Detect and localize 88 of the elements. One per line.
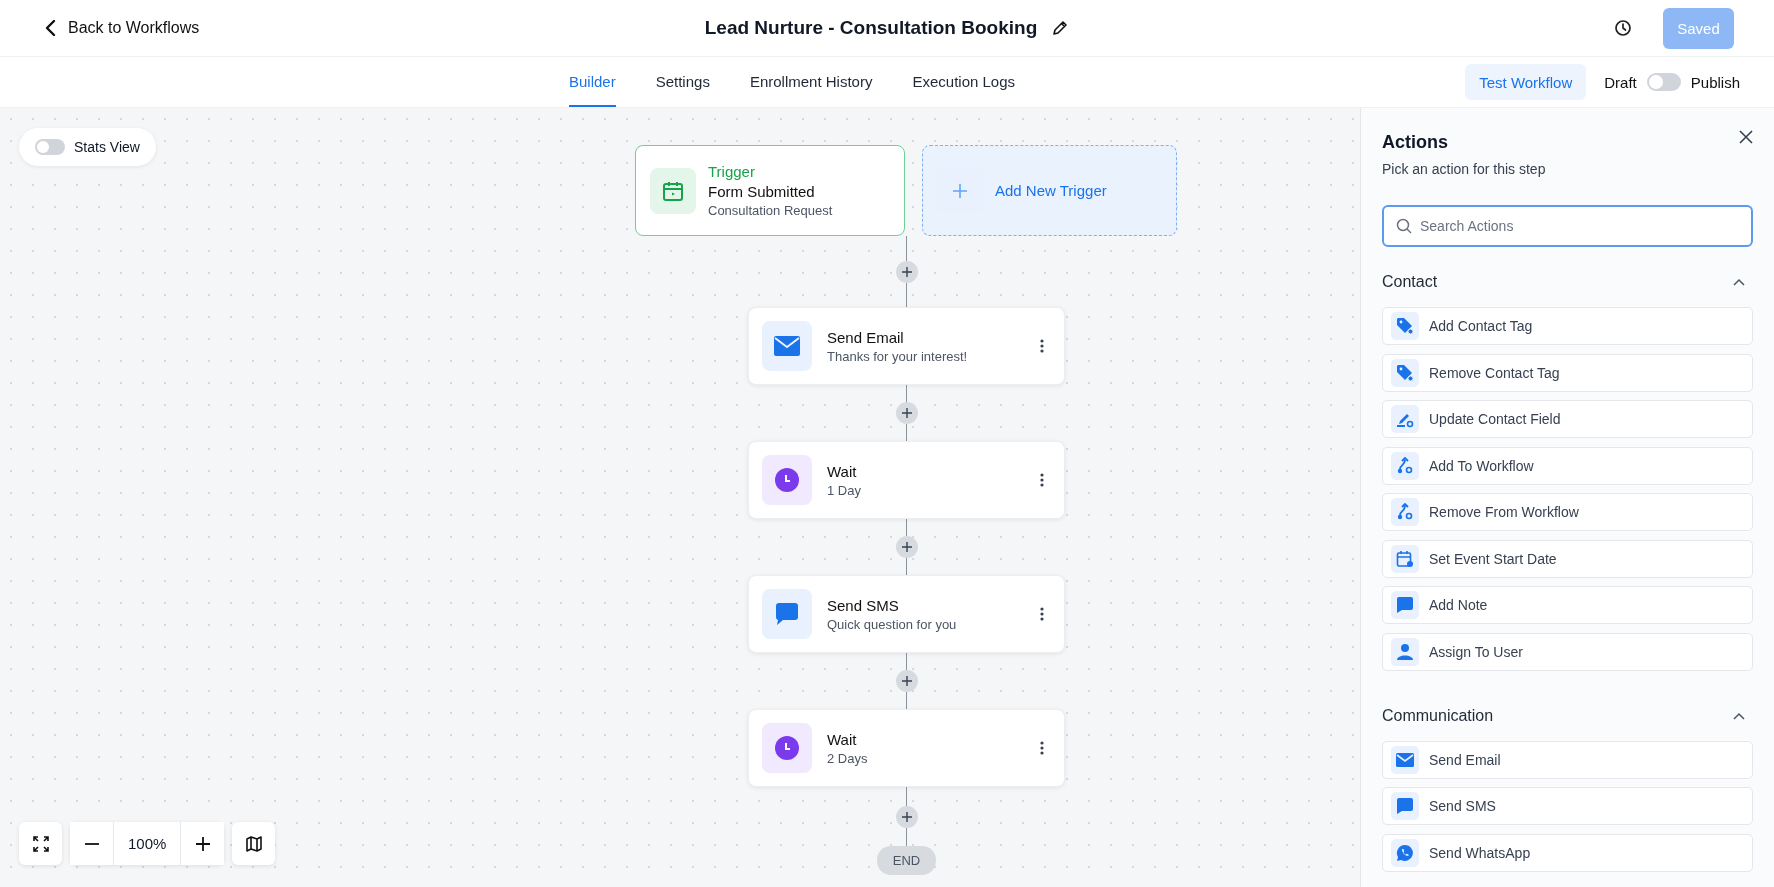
step-title: Send Email [827, 328, 905, 346]
chat-bubble-icon [775, 602, 799, 626]
tab[interactable]: Enrollment History [749, 57, 873, 107]
chat-bubble-icon [1396, 797, 1414, 815]
stats-view-toggle[interactable]: Stats View [19, 128, 156, 166]
calendar-icon [1396, 549, 1414, 568]
step-subtitle: 2 Days [827, 750, 869, 766]
trigger-card[interactable]: Trigger Form Submitted Consultation Request [635, 145, 905, 236]
plus-icon [194, 835, 211, 852]
test-workflow-button[interactable]: Test Workflow [1465, 64, 1587, 100]
zoom-in-button[interactable] [181, 822, 225, 865]
section-heading: Communication [1382, 706, 1494, 725]
tag-icon [1396, 363, 1414, 382]
action-item[interactable]: Send Email [1382, 740, 1753, 779]
clock-icon [775, 736, 799, 760]
step-card[interactable]: Send SMS Quick question for you [748, 575, 1065, 653]
plus-icon [901, 266, 912, 277]
action-item[interactable]: Send WhatsApp [1382, 833, 1753, 872]
trigger-subtitle: Consultation Request [708, 203, 833, 218]
chevron-icon[interactable] [1733, 278, 1745, 286]
step-card[interactable]: Send Email Thanks for your interest! [748, 307, 1065, 385]
chevron-icon[interactable] [1733, 711, 1745, 720]
action-item[interactable]: Assign To User [1382, 632, 1753, 671]
history-icon[interactable] [1613, 18, 1633, 38]
plus-icon [901, 811, 912, 822]
close-icon[interactable] [1739, 130, 1753, 144]
tab[interactable]: Execution Logs [912, 57, 1015, 107]
branch-icon [1396, 456, 1414, 475]
phone-bubble-icon [1396, 843, 1414, 862]
action-item[interactable]: Send SMS [1382, 787, 1753, 825]
stats-switch[interactable] [35, 139, 65, 155]
minimap-button[interactable] [232, 822, 276, 865]
envelope-icon [1396, 752, 1414, 767]
expand-arrows-icon [31, 834, 50, 853]
plus-icon [901, 542, 912, 552]
plus-icon [901, 676, 912, 686]
add-step-button[interactable] [895, 402, 918, 424]
more-options-icon[interactable] [1040, 473, 1044, 487]
plus-icon [951, 181, 969, 200]
add-step-button[interactable] [895, 670, 918, 692]
add-step-button[interactable] [895, 536, 918, 558]
section-heading: Contact [1382, 273, 1438, 291]
envelope-icon [774, 336, 800, 356]
publish-label: Publish [1690, 73, 1740, 91]
more-options-icon[interactable] [1040, 741, 1044, 755]
search-field[interactable]: Search Actions [1382, 205, 1753, 247]
stats-view-label: Stats View [74, 139, 140, 155]
add-trigger-label: Add New Trigger [995, 182, 1107, 199]
trigger-label: Trigger [708, 163, 756, 180]
publish-toggle[interactable] [1646, 73, 1681, 91]
panel-title: Actions [1382, 132, 1449, 153]
action-item[interactable]: Add Contact Tag [1382, 307, 1753, 345]
draft-label: Draft [1604, 73, 1637, 91]
action-item[interactable]: Add To Workflow [1382, 446, 1753, 485]
trigger-title: Form Submitted [708, 183, 816, 200]
step-subtitle: Thanks for your interest! [827, 348, 969, 364]
action-item[interactable]: Update Contact Field [1382, 400, 1753, 438]
action-item[interactable]: Remove From Workflow [1382, 493, 1753, 531]
minus-icon [83, 842, 100, 845]
edit-icon[interactable] [1051, 19, 1070, 37]
plus-icon [901, 408, 912, 418]
tag-icon [1396, 317, 1414, 335]
more-options-icon[interactable] [1040, 339, 1044, 353]
workflow-title: Lead Nurture - Consultation Booking [704, 17, 1038, 39]
add-step-button[interactable] [895, 805, 918, 828]
back-link[interactable]: Back to Workflows [44, 18, 200, 38]
add-trigger-card[interactable]: Add New Trigger [922, 145, 1177, 236]
more-options-icon[interactable] [1040, 607, 1044, 621]
panel-subtitle: Pick an action for this step [1382, 161, 1546, 177]
clock-icon [775, 468, 799, 492]
action-item[interactable]: Set Event Start Date [1382, 539, 1753, 578]
step-title: Send SMS [827, 596, 900, 614]
map-icon [244, 834, 263, 853]
step-title: Wait [827, 730, 858, 748]
step-card[interactable]: Wait 1 Day [748, 441, 1065, 519]
step-title: Wait [827, 462, 858, 480]
end-marker: END [876, 846, 937, 875]
user-icon [1396, 642, 1414, 661]
branch-icon [1396, 503, 1414, 521]
chat-bubble-icon [1396, 596, 1414, 614]
tab[interactable]: Settings [655, 57, 710, 107]
fit-screen-button[interactable] [19, 822, 62, 865]
step-subtitle: 1 Day [827, 482, 862, 498]
action-item[interactable]: Remove Contact Tag [1382, 353, 1753, 392]
step-card[interactable]: Wait 2 Days [748, 709, 1065, 787]
step-subtitle: Quick question for you [827, 616, 958, 632]
action-item[interactable]: Add Note [1382, 586, 1753, 624]
add-step-button[interactable] [895, 260, 918, 283]
